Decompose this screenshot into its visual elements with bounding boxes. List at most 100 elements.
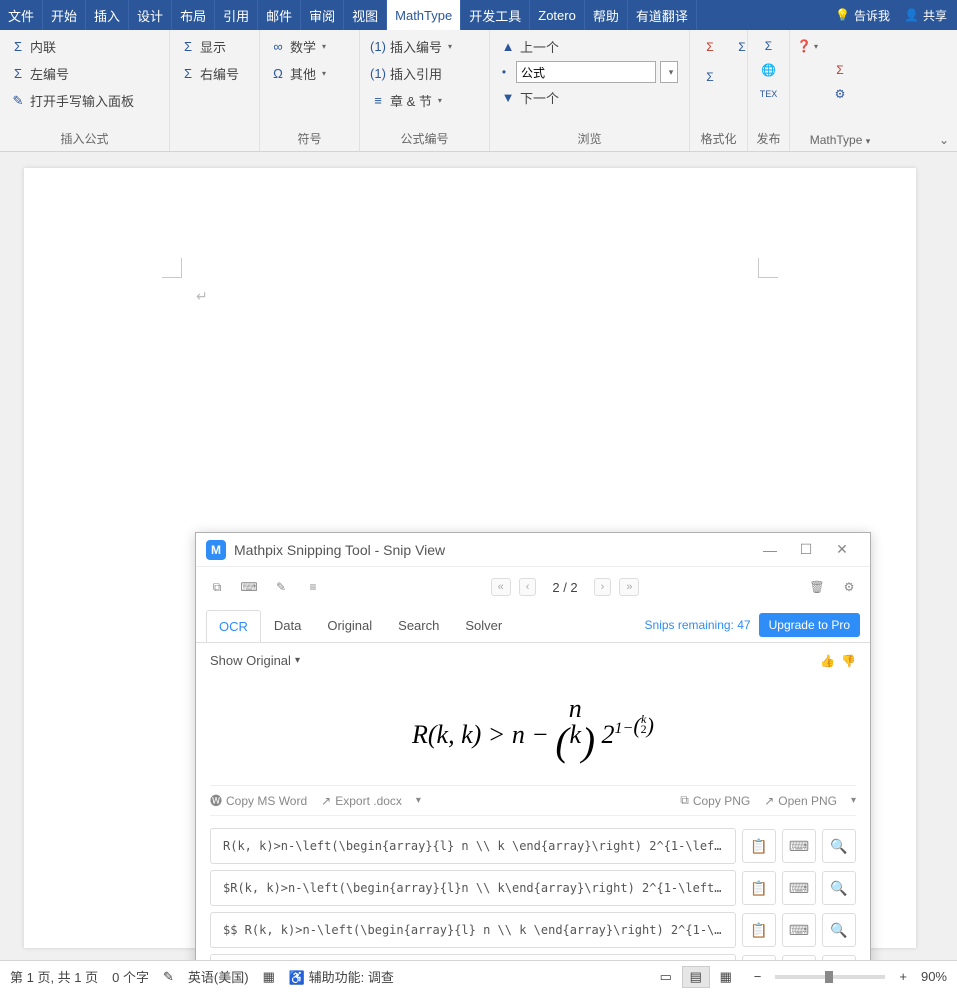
prev-formula-button[interactable]: ▲上一个 xyxy=(496,34,683,59)
latex-row-2[interactable]: $R(k, k)>n-\left(\begin{array}{l}n \\ k\… xyxy=(210,870,736,906)
tab-mail[interactable]: 邮件 xyxy=(258,0,301,30)
last-page-button[interactable]: » xyxy=(619,578,639,596)
format-sigma-arrow-button[interactable]: Σ xyxy=(696,64,724,90)
keyboard-button[interactable]: ⌨ xyxy=(782,913,816,947)
tab-view[interactable]: 视图 xyxy=(344,0,387,30)
latex-row-3[interactable]: $$ R(k, k)>n-\left(\begin{array}{l} n \\… xyxy=(210,912,736,948)
tab-original[interactable]: Original xyxy=(314,609,385,641)
group-label-mathtype: MathType ▾ xyxy=(796,131,884,149)
more-png-button[interactable]: ▾ xyxy=(851,795,856,806)
insert-ref-button[interactable]: (1)插入引用 xyxy=(366,61,483,86)
latex-row-1[interactable]: R(k, k)>n-\left(\begin{array}{l} n \\ k … xyxy=(210,828,736,864)
snip-screen-icon[interactable]: ⧉ xyxy=(206,576,228,598)
chapter-section-button[interactable]: ≡章 & 节▾ xyxy=(366,88,483,113)
export-docx-button[interactable]: ↗Export .docx xyxy=(321,794,402,808)
thumbs-up-icon[interactable]: 👍 xyxy=(820,654,835,668)
list-icon[interactable]: ≡ xyxy=(302,576,324,598)
open-png-button[interactable]: ↗Open PNG xyxy=(764,794,837,808)
right-number-button[interactable]: Σ右编号 xyxy=(176,61,253,86)
show-original-toggle[interactable]: Show Original ▾ xyxy=(210,653,300,668)
other-symbols-button[interactable]: Ω其他▾ xyxy=(266,61,353,86)
zoom-in-button[interactable]: + xyxy=(899,969,907,984)
copy-icon: ⧉ xyxy=(680,793,689,808)
prev-page-button[interactable]: ‹ xyxy=(519,578,537,596)
formula-combo-arrow[interactable]: ▾ xyxy=(660,61,678,83)
edit-icon[interactable]: ✎ xyxy=(270,576,292,598)
page-count[interactable]: 第 1 页, 共 1 页 xyxy=(10,967,98,986)
tab-youdao[interactable]: 有道翻译 xyxy=(628,0,697,30)
tab-zotero[interactable]: Zotero xyxy=(530,0,585,30)
zoom-level[interactable]: 90% xyxy=(921,969,947,984)
thumbs-down-icon[interactable]: 👎 xyxy=(841,654,856,668)
macro-icon[interactable]: ▦ xyxy=(263,969,275,985)
keyboard-button[interactable]: ⌨ xyxy=(782,829,816,863)
copy-button[interactable]: 📋 xyxy=(742,913,776,947)
tab-insert[interactable]: 插入 xyxy=(86,0,129,30)
sigma-red-icon: Σ xyxy=(702,39,718,55)
publish-globe-button[interactable]: 🌐 xyxy=(761,62,777,78)
search-button[interactable]: 🔍 xyxy=(822,913,856,947)
close-button[interactable]: ✕ xyxy=(824,536,860,564)
tab-design[interactable]: 设计 xyxy=(129,0,172,30)
mathpix-titlebar[interactable]: M Mathpix Snipping Tool - Snip View — ☐ … xyxy=(196,533,870,567)
tell-me[interactable]: 💡 告诉我 xyxy=(835,7,890,24)
tab-developer[interactable]: 开发工具 xyxy=(461,0,530,30)
word-count[interactable]: 0 个字 xyxy=(112,967,149,986)
tab-search[interactable]: Search xyxy=(385,609,452,641)
share-button[interactable]: 👤 共享 xyxy=(904,7,947,24)
margin-corner-icon xyxy=(758,258,778,278)
tab-file[interactable]: 文件 xyxy=(0,0,43,30)
spellcheck-icon[interactable]: ✎ xyxy=(163,969,174,985)
delete-icon[interactable]: 🗑 xyxy=(806,576,828,598)
left-number-button[interactable]: Σ左编号 xyxy=(6,61,163,86)
tab-data[interactable]: Data xyxy=(261,609,314,641)
next-formula-button[interactable]: ▼下一个 xyxy=(496,85,683,110)
publish-sigma-button[interactable]: Σ xyxy=(761,38,777,54)
keyboard-icon[interactable]: ⌨ xyxy=(238,576,260,598)
zoom-slider[interactable] xyxy=(775,975,885,979)
first-page-button[interactable]: « xyxy=(491,578,511,596)
copy-button[interactable]: 📋 xyxy=(742,871,776,905)
tab-references[interactable]: 引用 xyxy=(215,0,258,30)
accessibility[interactable]: ♿ 辅助功能: 调查 xyxy=(289,967,394,986)
tab-home[interactable]: 开始 xyxy=(43,0,86,30)
search-button[interactable]: 🔍 xyxy=(822,871,856,905)
tab-review[interactable]: 审阅 xyxy=(301,0,344,30)
keyboard-button[interactable]: ⌨ xyxy=(782,871,816,905)
tab-solver[interactable]: Solver xyxy=(452,609,515,641)
sigma-icon: Σ xyxy=(10,66,26,82)
globe-icon: 🌐 xyxy=(761,62,777,78)
format-sigma-button[interactable]: Σ xyxy=(696,34,724,60)
collapse-ribbon-button[interactable]: ⌄ xyxy=(939,133,949,147)
web-layout-button[interactable]: ▦ xyxy=(712,966,740,988)
inline-button[interactable]: Σ内联 xyxy=(6,34,163,59)
more-actions-button[interactable]: ▾ xyxy=(416,795,421,806)
maximize-button[interactable]: ☐ xyxy=(788,536,824,564)
publish-tex-button[interactable]: TEX xyxy=(761,86,777,102)
formula-combo[interactable]: 公式 xyxy=(516,61,656,83)
handwriting-button[interactable]: ✎打开手写输入面板 xyxy=(6,88,163,113)
mt-settings-button[interactable]: ⚙ xyxy=(796,86,884,102)
display-button[interactable]: Σ显示 xyxy=(176,34,253,59)
tab-mathtype[interactable]: MathType xyxy=(387,0,461,30)
copy-png-button[interactable]: ⧉Copy PNG xyxy=(680,793,750,808)
next-page-button[interactable]: › xyxy=(594,578,612,596)
read-mode-button[interactable]: ▭ xyxy=(652,966,680,988)
copy-ms-word-button[interactable]: 🅦Copy MS Word xyxy=(210,792,307,809)
mt-sigma-red-button[interactable]: Σ xyxy=(796,62,884,78)
sigma-red-icon: Σ xyxy=(832,62,848,78)
copy-button[interactable]: 📋 xyxy=(742,829,776,863)
print-layout-button[interactable]: ▤ xyxy=(682,966,710,988)
tab-help[interactable]: 帮助 xyxy=(585,0,628,30)
math-symbols-button[interactable]: ∞数学▾ xyxy=(266,34,353,59)
insert-number-button[interactable]: (1)插入编号▾ xyxy=(366,34,483,59)
minimize-button[interactable]: — xyxy=(752,536,788,564)
help-button[interactable]: ❓▾ xyxy=(796,38,818,54)
tab-ocr[interactable]: OCR xyxy=(206,610,261,642)
zoom-out-button[interactable]: − xyxy=(754,969,762,984)
settings-icon[interactable]: ⚙ xyxy=(838,576,860,598)
upgrade-button[interactable]: Upgrade to Pro xyxy=(759,613,860,637)
search-button[interactable]: 🔍 xyxy=(822,829,856,863)
tab-layout[interactable]: 布局 xyxy=(172,0,215,30)
language[interactable]: 英语(美国) xyxy=(188,967,249,986)
